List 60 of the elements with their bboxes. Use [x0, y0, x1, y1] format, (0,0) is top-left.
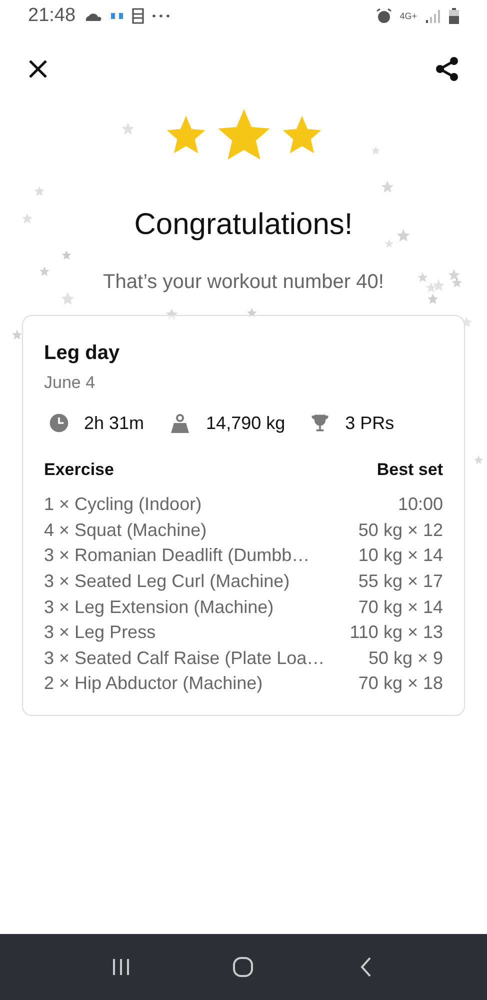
cloud-icon: [84, 11, 102, 21]
workout-count-text: That’s your workout number 40!: [103, 270, 384, 295]
confetti-star: [432, 279, 444, 291]
column-header: Best set: [376, 458, 443, 480]
notification-icon: [110, 12, 124, 20]
confetti-star: [122, 122, 134, 135]
exercise-cell-text: 1 × Cycling (Indoor): [44, 493, 202, 516]
confetti-star: [448, 269, 460, 280]
stat-value: 14,790 kg: [206, 412, 286, 435]
confetti-star: [426, 282, 436, 292]
confetti-star: [246, 308, 257, 318]
battery-icon: [449, 8, 459, 24]
more-icon: [152, 14, 170, 18]
congratulations-title: Congratulations!: [134, 207, 353, 243]
alarm-icon: [376, 8, 392, 24]
calendar-icon: [132, 8, 144, 24]
confetti-star: [12, 330, 22, 340]
confetti-star: [381, 180, 394, 193]
network-label: 4G+: [400, 12, 417, 20]
exercise-cell-text: 3 × Seated Calf Raise (Plate Loa…: [44, 646, 325, 670]
workout-name: Leg day: [44, 341, 121, 366]
confetti-star: [384, 239, 394, 248]
confetti-star: [61, 292, 74, 305]
confetti-star: [452, 278, 462, 288]
confetti-star: [40, 266, 50, 276]
exercise-cell-text: 3 × Leg Extension (Machine): [44, 596, 274, 619]
best-set-cell-text: 110 kg × 13: [350, 621, 443, 644]
share-icon: [434, 56, 460, 82]
best-set-cell-text: 70 kg × 14: [358, 596, 443, 619]
close-icon: [28, 59, 48, 79]
exercise-cell-text: 3 × Seated Leg Curl (Machine): [44, 570, 290, 594]
signal-icon: [425, 9, 441, 23]
status-time: 21:48: [28, 4, 76, 28]
best-set-cell-text: 50 kg × 9: [368, 646, 443, 670]
best-set-cell-text: 10:00: [398, 493, 443, 516]
exercise-cell-text: 2 × Hip Abductor (Machine): [44, 672, 263, 696]
trophy-icon: [309, 412, 332, 434]
confetti-star: [372, 146, 380, 154]
stat-value: 2h 31m: [84, 412, 144, 434]
workout-date: June 4: [44, 372, 96, 394]
best-set-cell-text: 55 kg × 17: [358, 570, 443, 594]
confetti-star: [474, 455, 484, 464]
best-set-cell-text: 70 kg × 18: [358, 672, 443, 696]
exercise-cell-text: 3 × Leg Press: [44, 621, 156, 644]
exercise-cell-text: 4 × Squat (Machine): [44, 518, 207, 542]
confetti-star: [62, 250, 72, 260]
best-set-cell-text: 10 kg × 14: [358, 544, 443, 568]
best-set-cell-text: 50 kg × 12: [358, 518, 443, 542]
confetti-star: [34, 186, 44, 196]
home-icon: [232, 956, 254, 978]
back-icon: [358, 956, 373, 978]
confetti-star: [418, 272, 428, 282]
confetti-star: [427, 294, 438, 304]
exercise-cell-text: 3 × Romanian Deadlift (Dumbb…: [44, 544, 310, 568]
stat-value: 3 PRs: [345, 412, 394, 434]
recent-apps-icon: [111, 958, 132, 976]
column-header: Exercise: [44, 458, 114, 480]
clock-icon: [48, 412, 70, 434]
confetti-star: [396, 228, 410, 242]
confetti-star: [22, 213, 32, 224]
